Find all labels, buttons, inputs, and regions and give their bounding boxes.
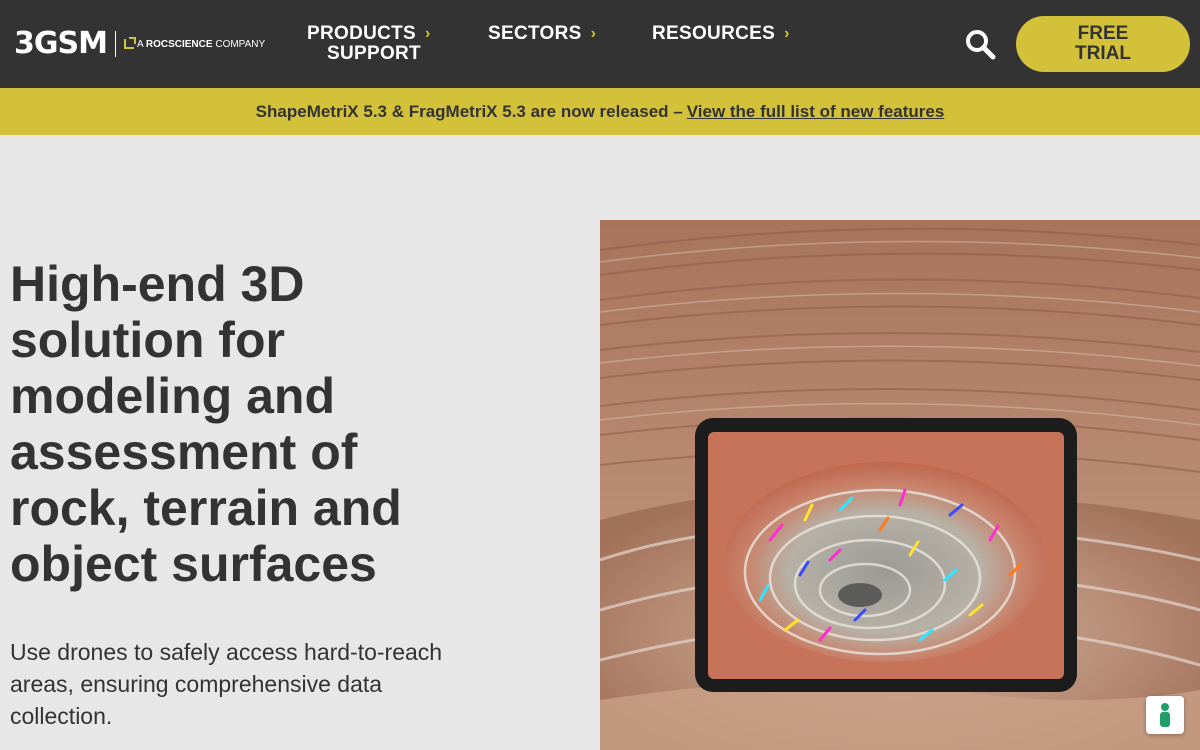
chevron-right-icon: › <box>590 25 597 42</box>
nav-resources[interactable]: RESOURCES › <box>652 24 790 44</box>
nav-products[interactable]: PRODUCTS › <box>307 24 431 44</box>
nav-products-label: PRODUCTS <box>307 23 417 44</box>
hero-title: High-end 3D solution for modeling and as… <box>10 256 402 592</box>
chevron-right-icon: › <box>784 25 790 42</box>
accessibility-person-icon <box>1160 703 1170 727</box>
chevron-right-icon: › <box>425 25 431 42</box>
nav-support-label: SUPPORT <box>327 43 421 64</box>
announcement-text: ShapeMetriX 5.3 & FragMetriX 5.3 are now… <box>255 101 683 121</box>
search-button[interactable] <box>962 26 998 62</box>
logo[interactable]: 3GSM A ROCSCIENCE COMPANY <box>14 28 265 60</box>
nav-resources-label: RESOURCES <box>652 23 776 44</box>
nav-sectors-label: SECTORS <box>488 23 582 44</box>
hero-image-open-pit-mine <box>600 220 1200 750</box>
nav-sectors[interactable]: SECTORS › <box>488 24 596 44</box>
accessibility-widget-button[interactable] <box>1146 696 1184 734</box>
logo-divider <box>114 31 116 57</box>
logo-tagline-brand: ROCSCIENCE <box>145 38 213 50</box>
hero-subtitle: Use drones to safely access hard-to-reac… <box>10 639 443 729</box>
rocscience-badge-icon <box>123 37 136 49</box>
top-navigation: 3GSM A ROCSCIENCE COMPANY PRODUCTS › SUP… <box>0 0 1200 88</box>
free-trial-button[interactable]: FREE TRIAL <box>1016 16 1190 72</box>
logo-tagline: A ROCSCIENCE COMPANY <box>137 39 265 50</box>
logo-mark: 3GSM <box>14 26 108 61</box>
logo-tagline-suffix: COMPANY <box>215 38 266 50</box>
free-trial-line2: TRIAL <box>1075 43 1131 64</box>
search-icon <box>966 30 996 60</box>
logo-tagline-prefix: A <box>136 38 144 50</box>
new-features-link[interactable]: View the full list of new features <box>687 102 945 122</box>
nav-support[interactable]: SUPPORT <box>327 44 421 64</box>
free-trial-line1: FREE <box>1077 23 1129 44</box>
announcement-bar: ShapeMetriX 5.3 & FragMetriX 5.3 are now… <box>0 88 1200 135</box>
